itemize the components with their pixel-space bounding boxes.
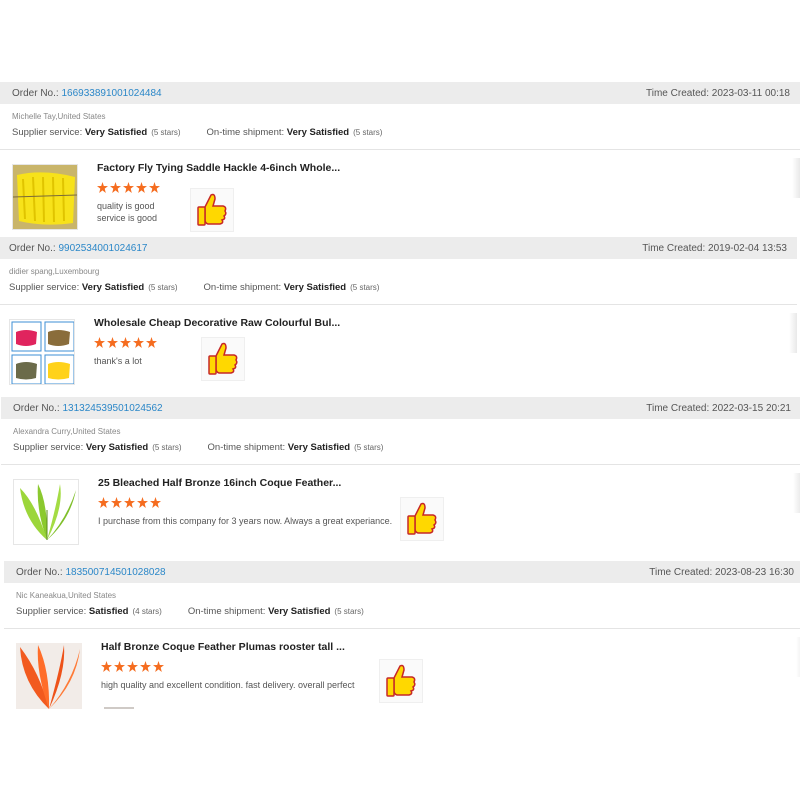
order-number: Order No.: 9902534001024617	[9, 242, 148, 254]
order-number-link[interactable]: 9902534001024617	[58, 243, 147, 254]
buyer-name: Michelle Tay,United States	[12, 112, 106, 121]
star-icon	[101, 661, 112, 672]
time-created: Time Created: 2022-03-15 20:21	[646, 402, 791, 414]
review-comment: quality is good service is good	[97, 201, 158, 223]
order-bar: Order No.: 131324539501024562 Time Creat…	[1, 397, 800, 419]
star-icon	[149, 182, 160, 193]
product-title[interactable]: Half Bronze Coque Feather Plumas rooster…	[101, 641, 345, 653]
scroll-edge	[792, 158, 800, 198]
order-bar: Order No.: 9902534001024617 Time Created…	[0, 237, 797, 259]
shipment-rating: On-time shipment: Very Satisfied (5 stars…	[203, 282, 380, 293]
star-icon	[136, 182, 147, 193]
star-icon	[111, 497, 122, 508]
product-title[interactable]: 25 Bleached Half Bronze 16inch Coque Fea…	[98, 477, 341, 489]
scroll-edge	[793, 473, 800, 513]
order-number-link[interactable]: 131324539501024562	[62, 403, 162, 414]
review-card: Order No.: 131324539501024562 Time Creat…	[1, 397, 800, 555]
star-icon	[124, 497, 135, 508]
order-number: Order No.: 183500714501028028	[16, 566, 166, 578]
star-icon	[120, 337, 131, 348]
star-icon	[107, 337, 118, 348]
supplier-service-rating: Supplier service: Very Satisfied (5 stars…	[12, 127, 181, 138]
time-created: Time Created: 2019-02-04 13:53	[642, 242, 787, 254]
product-image[interactable]	[13, 479, 79, 545]
product-image[interactable]	[12, 164, 78, 230]
supplier-service-rating: Supplier service: Satisfied (4 stars)	[16, 606, 162, 617]
order-number: Order No.: 166933891001024484	[12, 87, 162, 99]
thumbs-up-icon	[379, 659, 423, 703]
time-created: Time Created: 2023-03-11 00:18	[646, 87, 790, 99]
star-rating	[101, 661, 166, 672]
star-icon	[153, 661, 164, 672]
review-comment: I purchase from this company for 3 years…	[98, 516, 393, 526]
star-icon	[94, 337, 105, 348]
star-rating	[94, 337, 159, 348]
supplier-service-rating: Supplier service: Very Satisfied (5 stars…	[9, 282, 178, 293]
star-icon	[114, 661, 125, 672]
star-icon	[127, 661, 138, 672]
buyer-name: Nic Kaneakua,United States	[16, 591, 117, 600]
star-rating	[97, 182, 162, 193]
review-card: Order No.: 166933891001024484 Time Creat…	[0, 82, 800, 240]
review-card: Order No.: 183500714501028028 Time Creat…	[4, 561, 800, 709]
star-icon	[140, 661, 151, 672]
supplier-service-rating: Supplier service: Very Satisfied (5 stars…	[13, 442, 182, 453]
review-photo-thumbnail[interactable]	[104, 707, 134, 709]
star-icon	[150, 497, 161, 508]
scroll-edge	[796, 637, 800, 677]
review-card: Order No.: 9902534001024617 Time Created…	[0, 237, 797, 395]
order-number: Order No.: 131324539501024562	[13, 402, 163, 414]
star-icon	[110, 182, 121, 193]
star-icon	[97, 182, 108, 193]
star-icon	[123, 182, 134, 193]
scroll-edge	[789, 313, 797, 353]
shipment-rating: On-time shipment: Very Satisfied (5 stars…	[207, 442, 384, 453]
star-icon	[137, 497, 148, 508]
product-title[interactable]: Factory Fly Tying Saddle Hackle 4-6inch …	[97, 162, 340, 174]
star-icon	[98, 497, 109, 508]
order-bar: Order No.: 183500714501028028 Time Creat…	[4, 561, 800, 583]
review-comment: high quality and excellent condition. fa…	[101, 680, 355, 690]
star-icon	[146, 337, 157, 348]
order-number-link[interactable]: 183500714501028028	[65, 567, 165, 578]
thumbs-up-icon	[400, 497, 444, 541]
thumbs-up-icon	[201, 337, 245, 381]
time-created: Time Created: 2023-08-23 16:30	[649, 566, 794, 578]
order-bar: Order No.: 166933891001024484 Time Creat…	[0, 82, 800, 104]
product-title[interactable]: Wholesale Cheap Decorative Raw Colourful…	[94, 317, 340, 329]
review-comment: thank's a lot	[94, 356, 142, 366]
buyer-name: Alexandra Curry,United States	[13, 427, 121, 436]
product-image[interactable]	[9, 319, 75, 385]
shipment-rating: On-time shipment: Very Satisfied (5 stars…	[187, 606, 364, 617]
star-rating	[98, 497, 163, 508]
shipment-rating: On-time shipment: Very Satisfied (5 stars…	[206, 127, 383, 138]
star-icon	[133, 337, 144, 348]
thumbs-up-icon	[190, 188, 234, 232]
order-number-link[interactable]: 166933891001024484	[61, 88, 161, 99]
buyer-name: didier spang,Luxembourg	[9, 267, 100, 276]
product-image[interactable]	[16, 643, 82, 709]
